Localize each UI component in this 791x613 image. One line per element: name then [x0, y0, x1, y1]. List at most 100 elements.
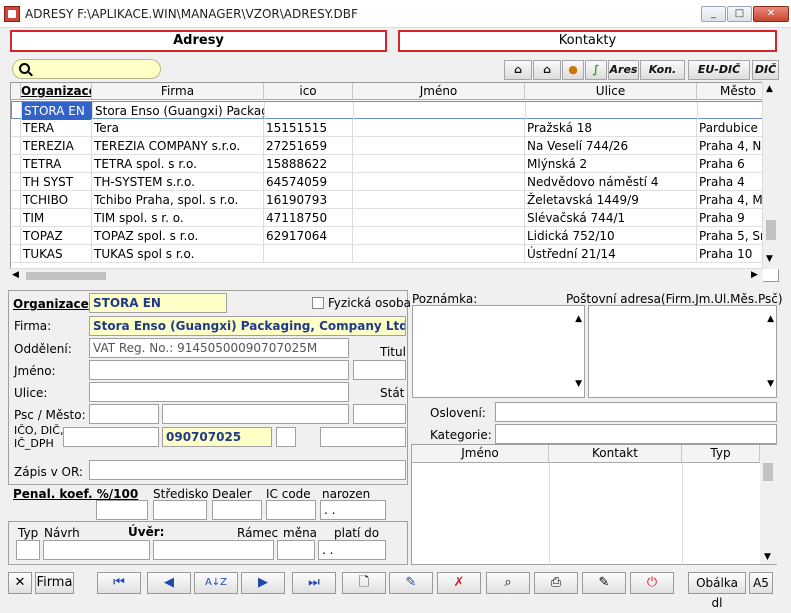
- table-row[interactable]: TIM TIM spol. s r. o. 47118750 Slévačská 74…: [11, 209, 778, 227]
- ic-code-input[interactable]: [266, 500, 316, 520]
- stredisko-input[interactable]: [153, 500, 207, 520]
- table-cell: 15151515: [264, 119, 353, 137]
- oddeleni-label: Oddělení:: [14, 342, 72, 356]
- table-row[interactable]: TOPAZ TOPAZ spol. s r.o. 62917064 Lidická 7…: [11, 227, 778, 245]
- a5-button[interactable]: A5: [749, 572, 773, 594]
- firma-button[interactable]: Firma: [35, 572, 74, 594]
- eu-dic-button[interactable]: EU-DIČ: [688, 60, 750, 80]
- fyzicka-osoba-checkbox[interactable]: [312, 297, 324, 309]
- hscroll-thumb[interactable]: [26, 272, 106, 280]
- grid-vertical-scrollbar[interactable]: ▲ ▼: [762, 82, 779, 269]
- edit-record-button[interactable]: ✎: [389, 572, 433, 594]
- stat-input[interactable]: [353, 404, 406, 424]
- grid-header-ulice[interactable]: Ulice: [525, 83, 697, 100]
- table-row[interactable]: STORA ENStora Enso (Guangxi) Packaging: [11, 101, 778, 120]
- map-cz-button[interactable]: ⌂: [504, 60, 532, 80]
- typ-input[interactable]: [16, 540, 40, 560]
- dealer-input[interactable]: [212, 500, 262, 520]
- table-row[interactable]: TEREZIA TEREZIA COMPANY s.r.o. 27251659 Na …: [11, 137, 778, 155]
- map-sk-button[interactable]: ⌂: [533, 60, 561, 80]
- dic-suffix-input[interactable]: [276, 427, 296, 447]
- kon-button[interactable]: Kon.: [640, 60, 685, 80]
- oddeleni-input[interactable]: VAT Reg. No.: 91450500090707025M: [89, 338, 349, 358]
- tools-button[interactable]: ✎: [582, 572, 626, 594]
- first-record-button[interactable]: ⏮: [97, 572, 141, 594]
- titul-label: Titul: [380, 345, 406, 359]
- mena-input[interactable]: [277, 540, 315, 560]
- grid-header-jmeno[interactable]: Jméno: [353, 83, 525, 100]
- grid-header-organizace[interactable]: Organizace: [21, 83, 92, 100]
- narozen-input[interactable]: . .: [320, 500, 386, 520]
- new-record-button[interactable]: 🗋: [342, 572, 386, 594]
- obalka-dl-button[interactable]: Obálka dl: [688, 572, 746, 610]
- scroll-thumb[interactable]: [766, 220, 776, 240]
- person-button[interactable]: ●: [562, 60, 584, 80]
- organizace-label: Organizace: [13, 297, 89, 311]
- ulice-label: Ulice:: [14, 386, 48, 400]
- search-input[interactable]: [12, 59, 161, 79]
- last-record-button[interactable]: ⏭: [292, 572, 336, 594]
- table-cell: TCHIBO: [21, 191, 92, 209]
- print-button[interactable]: ⎙: [534, 572, 578, 594]
- contacts-header-typ[interactable]: Typ: [682, 445, 760, 463]
- postovni-adresa-textarea[interactable]: ▲ ▼: [588, 305, 777, 398]
- penal-koef-input[interactable]: [96, 500, 148, 520]
- close-button[interactable]: ✕: [753, 6, 789, 22]
- contacts-grid[interactable]: Jméno Kontakt Typ ▼: [411, 444, 777, 565]
- table-row[interactable]: TH SYST TH-SYSTEM s.r.o. 64574059 Nedvědovo…: [11, 173, 778, 191]
- kategorie-input[interactable]: [495, 424, 777, 444]
- grid-header-firma[interactable]: Firma: [92, 83, 264, 100]
- dic-input[interactable]: 090707025: [162, 427, 272, 447]
- table-cell: TEREZIA COMPANY s.r.o.: [92, 137, 264, 155]
- mesto-input[interactable]: [162, 404, 349, 424]
- table-cell: STORA EN: [22, 102, 93, 120]
- poznamka-textarea[interactable]: ▲ ▼: [412, 305, 585, 398]
- jmeno-input[interactable]: [89, 360, 349, 380]
- next-record-button[interactable]: ▶: [241, 572, 285, 594]
- table-cell: TH SYST: [21, 173, 92, 191]
- tab-adresy[interactable]: Adresy: [10, 30, 387, 52]
- ulice-input[interactable]: [89, 382, 349, 402]
- delete-record-button[interactable]: ✗: [437, 572, 481, 594]
- maximize-button[interactable]: □: [727, 6, 752, 22]
- link-button[interactable]: ∫: [585, 60, 607, 80]
- sort-az-icon: A↓Z: [204, 577, 228, 588]
- table-row[interactable]: TERA Tera 15151515 Pražská 18 Pardubice: [11, 119, 778, 137]
- close-form-button[interactable]: ✕: [8, 572, 32, 594]
- exit-button[interactable]: ⏻: [630, 572, 674, 594]
- find-button[interactable]: ⌕: [486, 572, 530, 594]
- dic-button[interactable]: DIČ: [752, 60, 779, 80]
- contacts-scroll-thumb[interactable]: [763, 463, 773, 481]
- previous-icon: ◀: [164, 575, 174, 590]
- grid-horizontal-scrollbar[interactable]: ◀ ▶: [10, 268, 763, 282]
- address-grid[interactable]: Organizace Firma ico Jméno Ulice Město S…: [10, 82, 779, 282]
- plati-do-input[interactable]: . .: [318, 540, 386, 560]
- table-cell: Tchibo Praha, spol. s r.o.: [92, 191, 264, 209]
- contacts-scrollbar[interactable]: ▼: [760, 445, 777, 564]
- firma-input[interactable]: Stora Enso (Guangxi) Packaging, Company …: [89, 316, 406, 336]
- table-row[interactable]: TUKAS TUKAS spol s r.o. Ústřední 21/14 Prah…: [11, 245, 778, 263]
- navrh-input[interactable]: [43, 540, 150, 560]
- row-marker: [11, 191, 21, 209]
- zapis-or-input[interactable]: [89, 460, 406, 480]
- table-row[interactable]: TETRA TETRA spol. s r.o. 15888622 Mlýnská 2…: [11, 155, 778, 173]
- sort-button[interactable]: A↓Z: [194, 572, 238, 594]
- stat-label: Stát: [380, 386, 405, 400]
- minimize-button[interactable]: _: [701, 6, 726, 22]
- ic-dph-input[interactable]: [320, 427, 406, 447]
- osloveni-input[interactable]: [495, 402, 777, 422]
- table-cell: [353, 119, 525, 137]
- contacts-header-jmeno[interactable]: Jméno: [412, 445, 549, 463]
- ares-button[interactable]: Ares: [608, 60, 639, 80]
- grid-header-ico[interactable]: ico: [264, 83, 353, 100]
- ramec-input[interactable]: [153, 540, 274, 560]
- table-row[interactable]: TCHIBO Tchibo Praha, spol. s r.o. 16190793…: [11, 191, 778, 209]
- ico-input[interactable]: [63, 427, 159, 447]
- previous-record-button[interactable]: ◀: [147, 572, 191, 594]
- titul-input[interactable]: [353, 360, 406, 380]
- tab-kontakty[interactable]: Kontakty: [398, 30, 777, 52]
- organizace-input[interactable]: STORA EN: [89, 293, 227, 313]
- table-cell: Tera: [92, 119, 264, 137]
- contacts-header-kontakt[interactable]: Kontakt: [549, 445, 682, 463]
- psc-input[interactable]: [89, 404, 159, 424]
